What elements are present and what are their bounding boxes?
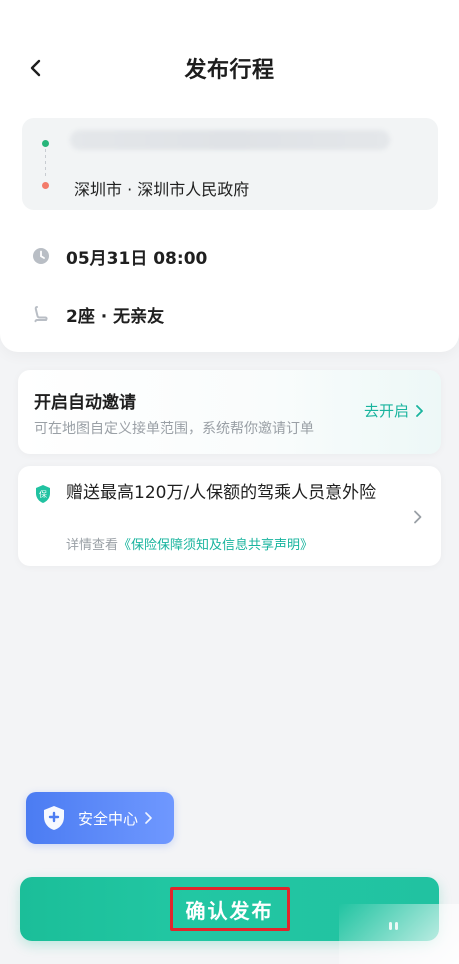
confirm-publish-label: 确认发布: [185, 898, 274, 923]
confirm-publish-button[interactable]: 确认发布: [20, 877, 439, 941]
insurance-badge-text: 保: [39, 489, 47, 499]
page-title: 发布行程: [184, 58, 275, 83]
chevron-right-icon: [145, 812, 152, 824]
chevron-right-icon: [416, 404, 423, 417]
route-start-address[interactable]: [70, 130, 390, 150]
auto-invite-title: 开启自动邀请: [34, 393, 136, 413]
insurance-shield-icon: 保: [36, 485, 50, 503]
safety-center-label: 安全中心: [78, 809, 139, 828]
auto-invite-subtitle: 可在地图自定义接单范围，系统帮你邀请订单: [34, 421, 314, 437]
route-end-dot: [42, 182, 49, 189]
top-sheet: 发布行程 深圳市 · 深圳市人民政府 05月31日 08:00 2座 · 无亲友: [0, 0, 459, 352]
seat-row[interactable]: 2座 · 无亲友: [32, 302, 165, 327]
enable-auto-invite-button[interactable]: 去开启: [364, 400, 425, 421]
chevron-right-icon: [414, 510, 422, 524]
departure-time-row[interactable]: 05月31日 08:00: [32, 244, 208, 269]
enable-auto-invite-label: 去开启: [363, 402, 409, 420]
insurance-chevron-button[interactable]: [407, 506, 429, 528]
seat-icon: [34, 306, 48, 323]
nav-bar: 发布行程: [0, 44, 459, 90]
confirm-decoration-dots: [389, 915, 403, 930]
route-start-dot: [42, 140, 49, 147]
safety-shield-icon: [44, 806, 64, 830]
seat-info: 2座 · 无亲友: [66, 306, 165, 327]
route-card[interactable]: 深圳市 · 深圳市人民政府: [22, 118, 438, 210]
insurance-description: 详情查看《保险保障须知及信息共享声明》: [66, 534, 313, 553]
insurance-title: 赠送最高120万/人保额的驾乘人员意外险: [66, 483, 377, 503]
route-connector: [45, 149, 46, 179]
insurance-policy-link[interactable]: 《保险保障须知及信息共享声明》: [118, 538, 313, 553]
departure-time: 05月31日 08:00: [66, 248, 208, 269]
insurance-card[interactable]: 保 赠送最高120万/人保额的驾乘人员意外险 详情查看《保险保障须知及信息共享声…: [18, 466, 441, 566]
clock-icon: [33, 248, 49, 264]
safety-center-button[interactable]: 安全中心: [26, 792, 174, 844]
insurance-desc-prefix: 详情查看: [66, 538, 119, 553]
auto-invite-card[interactable]: 开启自动邀请 可在地图自定义接单范围，系统帮你邀请订单 去开启: [18, 370, 441, 454]
confirm-highlight-box: 确认发布: [169, 887, 290, 931]
route-end-address[interactable]: 深圳市 · 深圳市人民政府: [74, 176, 249, 200]
